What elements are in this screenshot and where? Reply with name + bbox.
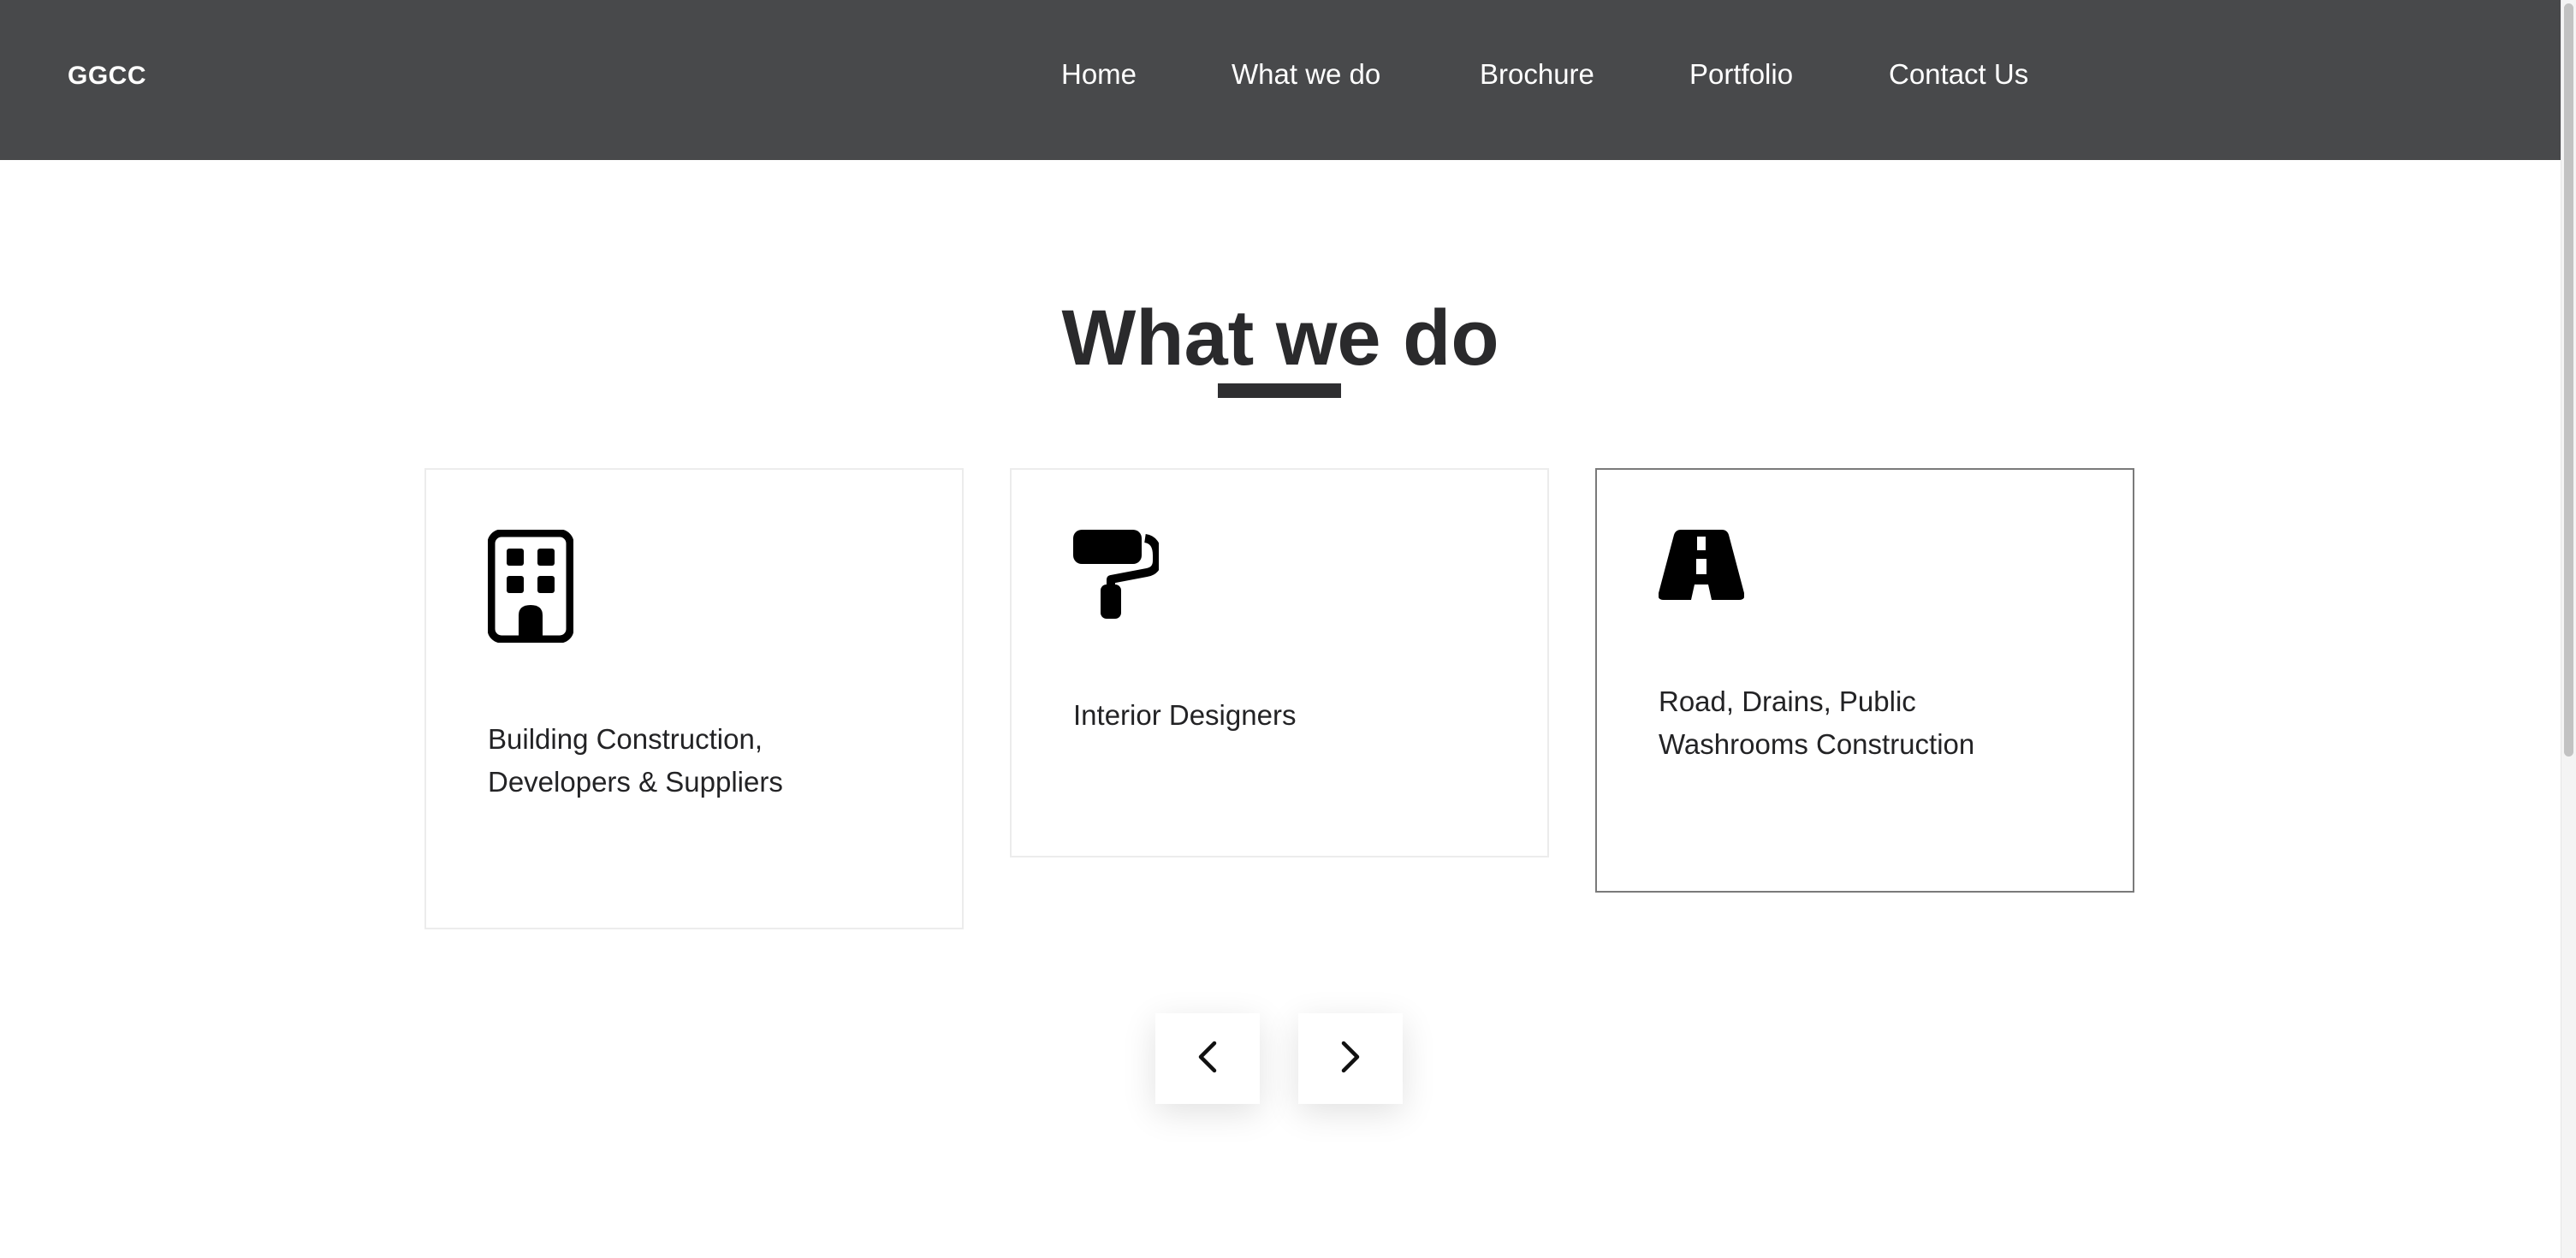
nav-what-we-do[interactable]: What we do [1232, 58, 1380, 91]
scrollbar-thumb[interactable] [2564, 3, 2573, 757]
slider-prev-button[interactable] [1155, 1013, 1260, 1104]
chevron-left-icon [1197, 1041, 1218, 1077]
slider-next-button[interactable] [1298, 1013, 1403, 1104]
paint-roller-icon [1073, 530, 1161, 623]
road-icon [1658, 530, 1745, 604]
nav-portfolio[interactable]: Portfolio [1689, 58, 1793, 91]
section-title: What we do [1061, 294, 1499, 382]
nav-contact-us[interactable]: Contact Us [1889, 58, 2028, 91]
service-card-building[interactable]: Building Construction, Developers & Supp… [424, 468, 964, 929]
building-icon [487, 529, 574, 647]
service-card-interior[interactable]: Interior Designers [1010, 468, 1549, 857]
top-navbar: GGCC Home What we do Brochure Portfolio … [0, 0, 2561, 160]
chevron-right-icon [1340, 1041, 1361, 1077]
service-card-road[interactable]: Road, Drains, Public Washrooms Construct… [1595, 468, 2134, 893]
page-scrollbar[interactable] [2561, 0, 2576, 1258]
title-underline [1218, 383, 1341, 398]
service-card-label: Building Construction, Developers & Supp… [488, 723, 783, 798]
nav-brochure[interactable]: Brochure [1480, 58, 1594, 91]
nav-home[interactable]: Home [1061, 58, 1137, 91]
service-card-label: Road, Drains, Public Washrooms Construct… [1659, 685, 1975, 760]
brand-logo[interactable]: GGCC [68, 62, 146, 91]
service-card-label: Interior Designers [1073, 699, 1297, 731]
